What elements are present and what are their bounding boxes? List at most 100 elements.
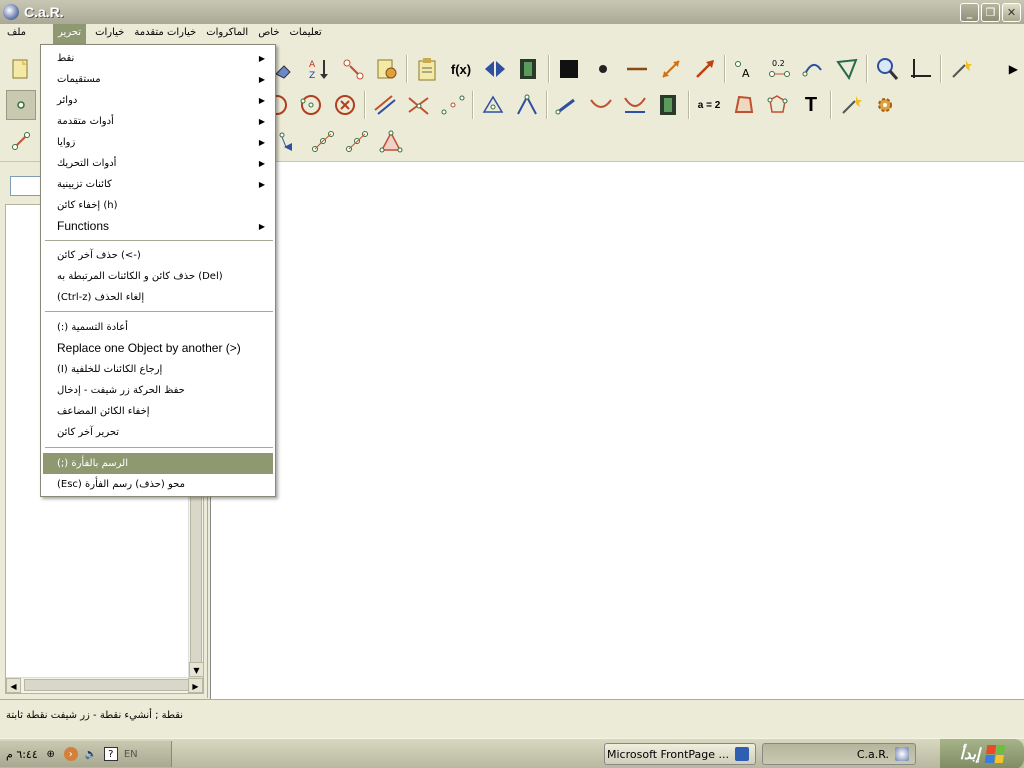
- menu-save-animation[interactable]: حفظ الحركة زر شيفت - إدخال: [43, 380, 273, 401]
- objects-vscroll-thumb[interactable]: [190, 485, 202, 665]
- menu-delete-object[interactable]: حذف كائن و الكائنات المرتبطة به (Del): [43, 266, 273, 287]
- menu-points[interactable]: نقط ▶: [43, 48, 273, 69]
- line-thickness-icon[interactable]: [622, 54, 652, 84]
- menu-delete-last[interactable]: حذف آخر كائن (<-): [43, 245, 273, 266]
- point-label-icon[interactable]: A: [730, 54, 760, 84]
- menu-advanced-options[interactable]: خيارات متقدمة: [129, 24, 201, 44]
- new-file-icon[interactable]: [6, 54, 36, 84]
- angle-icon[interactable]: [832, 54, 862, 84]
- assign-value-icon[interactable]: a = 2: [694, 90, 724, 120]
- menu-hide-object[interactable]: إخفاء كائن (h): [43, 195, 273, 216]
- intersection-icon[interactable]: [404, 90, 434, 120]
- locus-icon[interactable]: [274, 127, 304, 157]
- move-point-icon[interactable]: [338, 54, 368, 84]
- menu-mouse-draw[interactable]: (;) الرسم بالفأرة: [43, 453, 273, 474]
- language-indicator[interactable]: EN: [124, 747, 138, 761]
- filled-square-icon[interactable]: [554, 54, 584, 84]
- angle-bisector-icon[interactable]: [512, 90, 542, 120]
- menu-file[interactable]: ملف: [2, 24, 31, 44]
- toolbar-scroll-right-icon[interactable]: ▶: [1009, 62, 1018, 76]
- dot-icon[interactable]: [588, 54, 618, 84]
- triangle-points-icon[interactable]: [478, 90, 508, 120]
- menu-replace-object[interactable]: Replace one Object by another (>): [43, 338, 273, 359]
- scroll-down-icon[interactable]: ▼: [189, 662, 204, 677]
- scroll-right-icon[interactable]: ▶: [188, 678, 203, 693]
- car-app-icon: [895, 747, 909, 761]
- function-tool-icon[interactable]: f(x): [446, 54, 476, 84]
- arrow-both-icon[interactable]: [656, 54, 686, 84]
- svg-text:A: A: [742, 67, 750, 80]
- path-points-2-icon[interactable]: [342, 127, 372, 157]
- menu-help[interactable]: تعليمات: [285, 24, 327, 44]
- menu-decorative-objects[interactable]: كائنات تزيينية ▶: [43, 174, 273, 195]
- start-label: إبدأ: [959, 745, 981, 763]
- menu-rename[interactable]: (:) أعادة التسمية: [43, 317, 273, 338]
- gear-icon[interactable]: [870, 90, 900, 120]
- objects-hscroll-thumb[interactable]: [24, 679, 189, 691]
- clipboard-icon[interactable]: [412, 54, 442, 84]
- menu-hide-duplicate[interactable]: إخفاء الكائن المضاعف: [43, 401, 273, 422]
- circle-radius-icon[interactable]: [330, 90, 360, 120]
- reflect-icon[interactable]: [480, 54, 510, 84]
- menu-special[interactable]: خاص: [253, 24, 284, 44]
- clock[interactable]: ٦:٤٤ م: [6, 748, 38, 761]
- point-tool-icon[interactable]: [6, 90, 36, 120]
- submenu-arrow-icon: ▶: [258, 180, 265, 189]
- magic-wand-icon[interactable]: [946, 54, 976, 84]
- arc-icon[interactable]: [798, 54, 828, 84]
- taskbar-car[interactable]: C.a.R.: [762, 743, 916, 765]
- polygon-points-icon[interactable]: [762, 90, 792, 120]
- minimize-button[interactable]: _: [960, 3, 979, 22]
- menu-undo[interactable]: (Ctrl-z) إلغاء الحذف: [43, 287, 273, 308]
- midpoint-icon[interactable]: [438, 90, 468, 120]
- curve-tangent-icon[interactable]: [620, 90, 650, 120]
- menu-advanced-tools[interactable]: أدوات متقدمة ▶: [43, 111, 273, 132]
- drawing-canvas[interactable]: [210, 162, 1024, 699]
- coordinate-icon[interactable]: 0.2: [764, 54, 794, 84]
- media-icon[interactable]: ›: [63, 747, 78, 761]
- axes-icon[interactable]: [906, 54, 936, 84]
- maximize-button[interactable]: ❐: [981, 3, 1000, 22]
- circle-center-icon[interactable]: [296, 90, 326, 120]
- sort-az-icon[interactable]: AZ: [304, 54, 334, 84]
- menu-edit-last[interactable]: تحرير آخر كائن: [43, 422, 273, 443]
- menu-circles[interactable]: دوائر ▶: [43, 90, 273, 111]
- taskbar: ٦:٤٤ م ⊕ › 🔈 ? EN Microsoft FrontPage ..…: [0, 738, 1024, 768]
- path-points-icon[interactable]: [308, 127, 338, 157]
- volume-icon[interactable]: 🔈: [84, 747, 98, 761]
- menu-edit[interactable]: تحرير: [53, 24, 87, 44]
- arrow-icon[interactable]: [690, 54, 720, 84]
- polygon-icon[interactable]: [728, 90, 758, 120]
- parallel-icon[interactable]: [370, 90, 400, 120]
- zoom-icon[interactable]: [872, 54, 902, 84]
- triangle-icon[interactable]: [376, 127, 406, 157]
- magic-wand-2-icon[interactable]: [836, 90, 866, 120]
- menu-angles[interactable]: زوايا ▶: [43, 132, 273, 153]
- segment-tool-icon[interactable]: [6, 126, 36, 156]
- scroll-left-icon[interactable]: ◀: [6, 678, 21, 693]
- film-icon[interactable]: [514, 54, 544, 84]
- settings-doc-icon[interactable]: [372, 54, 402, 84]
- menu-separator: [45, 311, 273, 313]
- menu-macros[interactable]: الماكروات: [201, 24, 253, 44]
- taskbar-frontpage[interactable]: Microsoft FrontPage ...: [604, 743, 756, 765]
- window-title: C.a.R.: [24, 4, 64, 20]
- menu-lines[interactable]: مستقيمات ▶: [43, 69, 273, 90]
- start-button[interactable]: إبدأ: [940, 739, 1024, 768]
- text-tool-icon[interactable]: T: [796, 90, 826, 120]
- vector-icon[interactable]: [552, 90, 582, 120]
- menu-restore-background[interactable]: (I) إرجاع الكائنات للخلفية: [43, 359, 273, 380]
- objects-hscroll[interactable]: ◀ ▶: [6, 677, 203, 693]
- menu-separator: [45, 240, 273, 242]
- menu-animation-tools[interactable]: أدوات التحريك ▶: [43, 153, 273, 174]
- app-icon[interactable]: [3, 4, 19, 20]
- curve-icon[interactable]: [586, 90, 616, 120]
- close-button[interactable]: ✕: [1002, 3, 1021, 22]
- animation-film-icon[interactable]: [654, 90, 684, 120]
- network-icon[interactable]: ⊕: [44, 747, 58, 761]
- help-icon[interactable]: ?: [103, 747, 118, 761]
- menu-options[interactable]: خيارات: [90, 24, 129, 44]
- menu-functions[interactable]: Functions ▶: [43, 216, 273, 237]
- submenu-arrow-icon: ▶: [258, 96, 265, 105]
- menu-erase-mouse-draw[interactable]: (Esc) محو (حذف) رسم الفأرة: [43, 474, 273, 495]
